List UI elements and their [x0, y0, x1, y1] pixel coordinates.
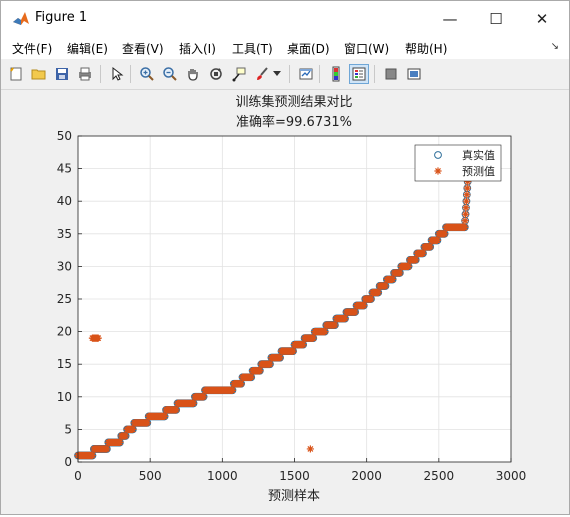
y-tick-label: 0	[64, 455, 72, 469]
chart-subtitle: 准确率=99.6731%	[236, 114, 352, 130]
data-cursor-icon[interactable]	[229, 64, 249, 84]
brush-dropdown-icon[interactable]	[271, 64, 283, 84]
show-plot-tools-icon[interactable]	[404, 64, 424, 84]
x-tick-label: 500	[139, 469, 162, 483]
brush-icon[interactable]	[252, 64, 272, 84]
chart-title: 训练集预测结果对比	[235, 94, 352, 110]
predicted-value-point	[161, 412, 169, 420]
predicted-value-point	[88, 451, 97, 460]
link-plot-icon[interactable]	[296, 64, 316, 84]
toolbar-separator	[319, 65, 320, 83]
y-tick-label: 45	[57, 162, 72, 176]
y-tick-label: 10	[57, 390, 72, 404]
legend[interactable]: 真实值 预测值	[414, 144, 502, 182]
y-tick-label: 35	[57, 227, 72, 241]
menu-tools[interactable]: 工具(T)	[232, 40, 273, 57]
predicted-value-point	[360, 301, 368, 310]
predicted-value-point	[199, 393, 208, 401]
y-tick-label: 5	[64, 422, 72, 436]
predicted-value-point	[404, 262, 413, 270]
figure-window: Figure 1 — ☐ ✕ 文件(F) 编辑(E) 查看(V) 插入(I) 工…	[0, 0, 570, 515]
x-tick-label: 2000	[351, 469, 382, 483]
menu-insert[interactable]: 插入(I)	[179, 40, 216, 57]
toolbar-separator	[130, 65, 131, 83]
predicted-value-point	[247, 373, 255, 381]
predicted-value-point	[103, 445, 111, 453]
predicted-value-point	[306, 445, 314, 453]
y-tick-label: 50	[57, 129, 72, 143]
x-tick-label: 3000	[496, 469, 527, 483]
legend-label-pred: 预测值	[462, 165, 495, 178]
new-figure-icon[interactable]	[6, 64, 26, 84]
toolbar-separator	[100, 65, 101, 83]
figure-canvas: 训练集预测结果对比 准确率=99.6731% 0 500 1000 1500 2000 2…	[2, 90, 568, 513]
predicted-value-point	[461, 210, 470, 218]
x-axis-label: 预测样本	[268, 489, 320, 504]
colorbar-icon[interactable]	[326, 64, 346, 84]
menu-help[interactable]: 帮助(H)	[405, 40, 447, 57]
matlab-logo-icon	[13, 12, 29, 25]
y-tick-label: 20	[57, 325, 72, 339]
print-icon[interactable]	[75, 64, 95, 84]
menu-desktop[interactable]: 桌面(D)	[287, 40, 330, 57]
toolbar-separator	[374, 65, 375, 83]
hide-plot-tools-icon[interactable]	[381, 64, 401, 84]
predicted-value-point	[228, 386, 237, 394]
pan-hand-icon[interactable]	[183, 64, 203, 84]
menu-edit[interactable]: 编辑(E)	[67, 40, 108, 57]
menu-view[interactable]: 查看(V)	[122, 40, 164, 57]
pointer-icon[interactable]	[107, 64, 127, 84]
close-button[interactable]: ✕	[519, 1, 565, 37]
open-folder-icon[interactable]	[29, 64, 49, 84]
predicted-value-point	[256, 367, 264, 375]
predicted-value-point	[463, 191, 471, 199]
predicted-value-point	[374, 288, 382, 297]
legend-icon[interactable]	[349, 64, 369, 84]
y-tick-label: 25	[57, 292, 72, 306]
y-tick-label: 40	[57, 194, 72, 208]
menu-file[interactable]: 文件(F)	[12, 40, 52, 57]
minimize-button[interactable]: —	[427, 1, 473, 37]
predicted-value-point	[266, 360, 274, 368]
menu-window[interactable]: 窗口(W)	[344, 40, 389, 57]
chart-svg[interactable]: 训练集预测结果对比 准确率=99.6731% 0 500 1000 1500 2000 2…	[2, 90, 568, 513]
predicted-value-point	[441, 230, 449, 238]
y-tick-label: 15	[57, 357, 72, 371]
predicted-value-point	[237, 380, 245, 388]
predicted-value-point	[461, 223, 469, 231]
maximize-button[interactable]: ☐	[473, 1, 519, 37]
x-tick-label: 1000	[207, 469, 238, 483]
predicted-value-point	[299, 341, 307, 349]
predicted-value-point	[129, 425, 137, 433]
save-icon[interactable]	[52, 64, 72, 84]
toolbar	[1, 59, 569, 90]
zoom-in-icon[interactable]	[137, 64, 157, 84]
predicted-value-point	[289, 347, 297, 355]
zoom-out-icon[interactable]	[160, 64, 180, 84]
x-tick-label: 2500	[424, 469, 455, 483]
title-bar[interactable]: Figure 1 — ☐ ✕	[1, 1, 569, 37]
y-tick-label: 30	[57, 259, 72, 273]
predicted-value-point	[172, 406, 180, 414]
x-tick-label: 0	[74, 469, 82, 483]
menu-overflow-icon[interactable]: ↘	[551, 41, 559, 52]
toolbar-separator	[289, 65, 290, 83]
rotate-3d-icon[interactable]	[206, 64, 226, 84]
menu-bar: 文件(F) 编辑(E) 查看(V) 插入(I) 工具(T) 桌面(D) 窗口(W…	[1, 37, 569, 59]
x-tick-label: 1500	[279, 469, 310, 483]
legend-label-true: 真实值	[462, 148, 495, 162]
predicted-value-point	[433, 236, 441, 244]
window-title: Figure 1	[35, 10, 88, 25]
